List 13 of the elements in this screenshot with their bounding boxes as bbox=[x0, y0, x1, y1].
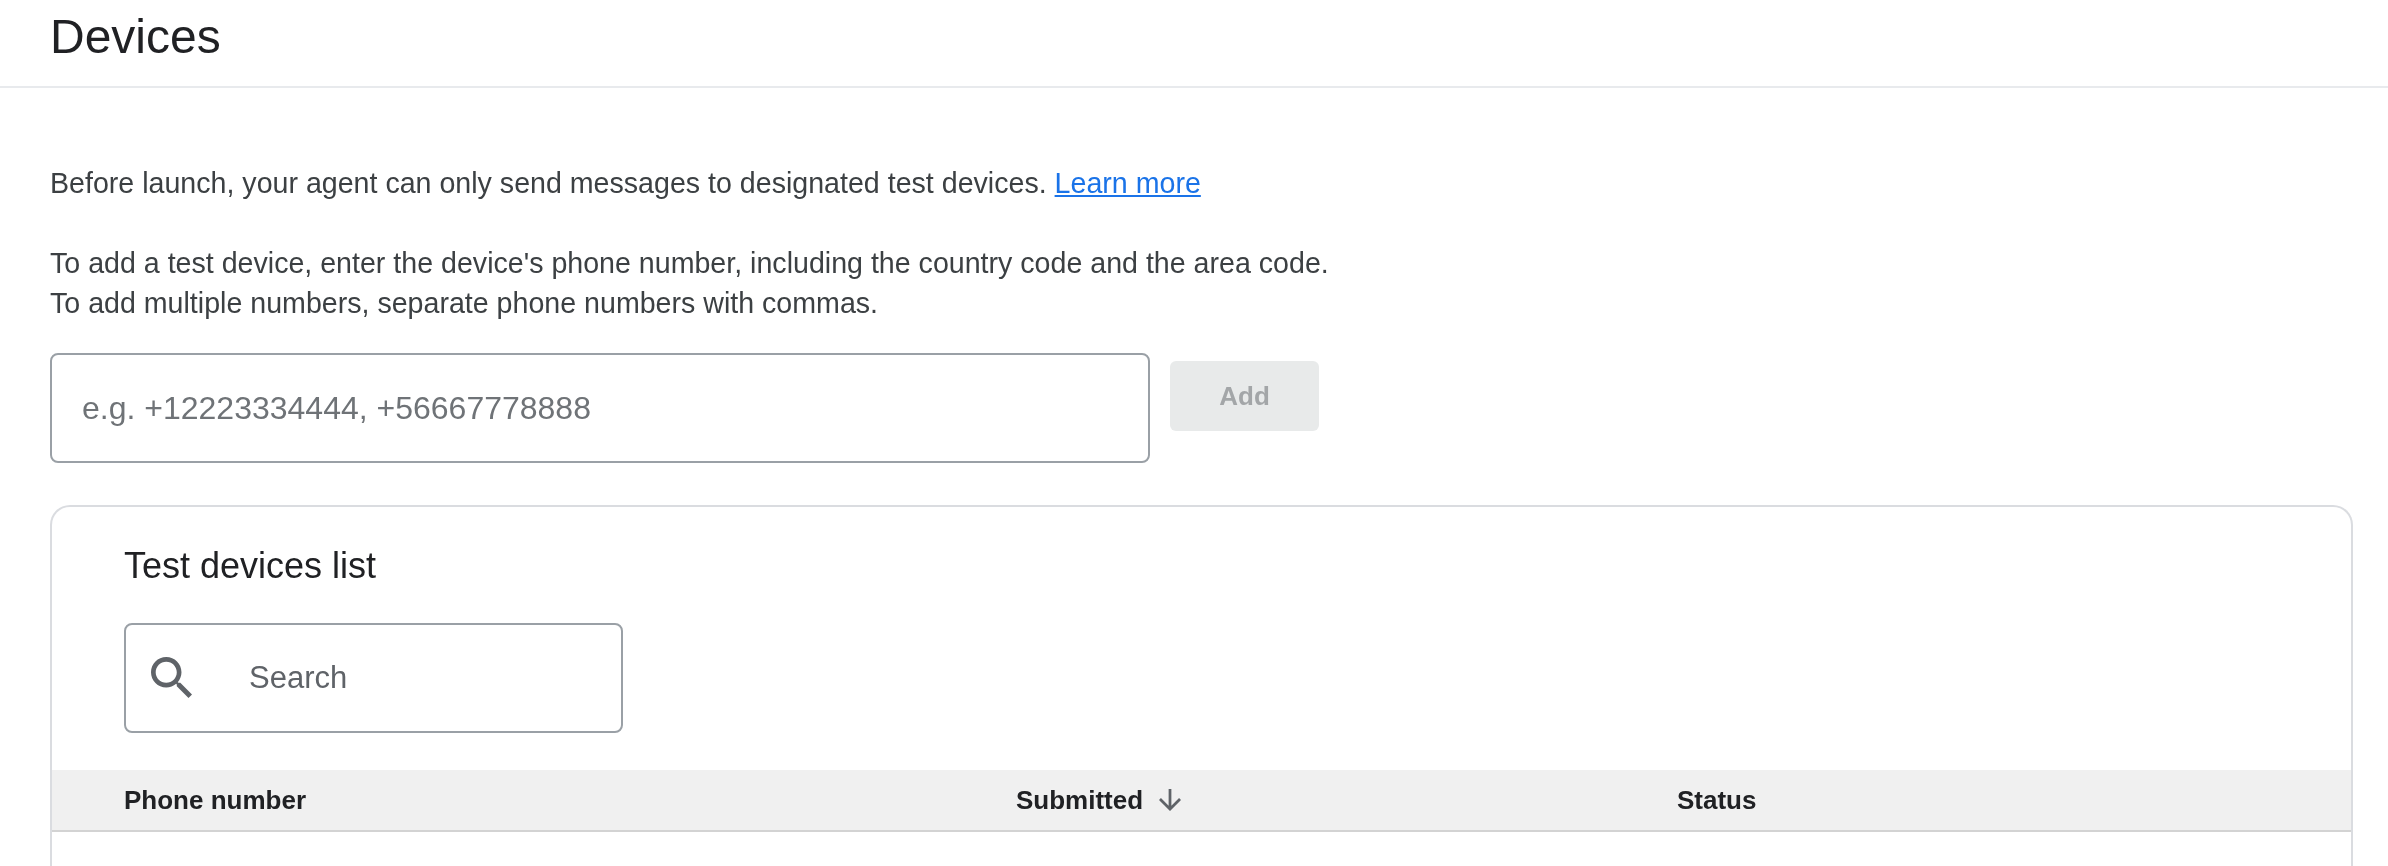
search-icon bbox=[151, 657, 192, 698]
sort-arrow-icon[interactable] bbox=[1159, 789, 1182, 811]
search-field[interactable]: Search bbox=[124, 623, 623, 733]
column-header[interactable]: Status bbox=[1677, 784, 1757, 816]
instruction-text: To add multiple numbers, separate phone numbers with commas. bbox=[50, 286, 879, 321]
page-title: Devices bbox=[50, 9, 221, 65]
intro-text: Before launch, your agent can only send messages to designated test devices. Learn more bbox=[50, 166, 1201, 201]
learn-more-link[interactable]: Learn more bbox=[1054, 167, 1201, 199]
column-header[interactable]: Phone number bbox=[124, 784, 306, 816]
instruction-text: To add a test device, enter the device's phone number, including the country code and the area code. bbox=[50, 246, 1329, 281]
section-title: Test devices list bbox=[124, 544, 377, 588]
phone-number-field[interactable]: e.g. +12223334444, +56667778888 bbox=[50, 353, 1150, 463]
column-header[interactable]: Submitted bbox=[1016, 784, 1182, 816]
